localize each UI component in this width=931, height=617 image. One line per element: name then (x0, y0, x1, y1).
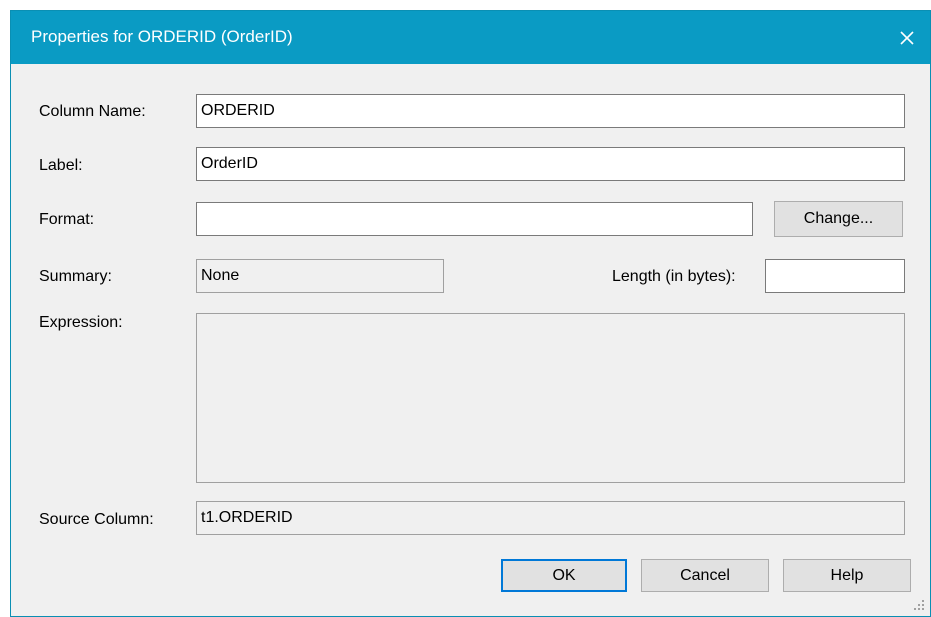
help-button[interactable]: Help (783, 559, 911, 592)
label-input[interactable] (196, 147, 905, 181)
window-title: Properties for ORDERID (OrderID) (31, 27, 293, 46)
expression-label: Expression: (39, 314, 123, 331)
format-input[interactable] (196, 202, 753, 236)
label-label: Label: (39, 157, 83, 174)
column-name-input[interactable] (196, 94, 905, 128)
close-button[interactable] (884, 11, 930, 64)
length-label: Length (in bytes): (612, 268, 736, 285)
expression-textarea[interactable] (196, 313, 905, 483)
cancel-button[interactable]: Cancel (641, 559, 769, 592)
summary-label: Summary: (39, 268, 112, 285)
summary-field: None (196, 259, 444, 293)
close-icon (900, 30, 914, 45)
title-bar[interactable]: Properties for ORDERID (OrderID) (11, 11, 930, 64)
source-column-field: t1.ORDERID (196, 501, 905, 535)
source-column-value: t1.ORDERID (201, 509, 293, 526)
summary-value: None (201, 267, 240, 284)
ok-button[interactable]: OK (501, 559, 627, 592)
source-column-label: Source Column: (39, 511, 154, 528)
resize-grip-icon[interactable] (912, 598, 926, 612)
format-label: Format: (39, 211, 95, 228)
change-button[interactable]: Change... (774, 201, 903, 237)
column-name-label: Column Name: (39, 103, 146, 120)
length-input[interactable] (765, 259, 905, 293)
properties-dialog: Properties for ORDERID (OrderID) Column … (10, 10, 931, 617)
